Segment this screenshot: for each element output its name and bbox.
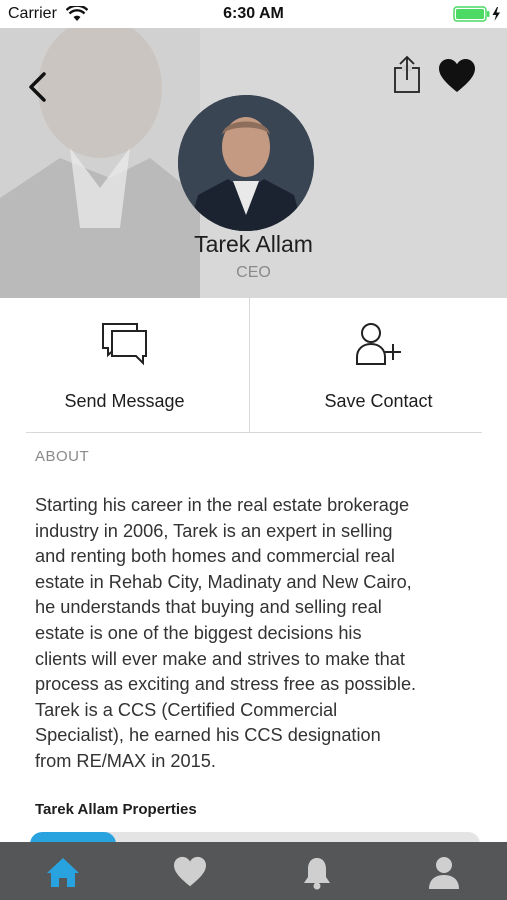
- about-line: Tarek is a CCS (Certified Commercial: [35, 699, 338, 720]
- about-line: from RE/MAX in 2015.: [35, 750, 216, 771]
- send-message-label: Send Message: [64, 391, 185, 411]
- about-line: Starting his career in the real estate b…: [35, 495, 410, 515]
- agent-title: CEO: [236, 264, 271, 281]
- contact-actions: Send Message Save Contact: [0, 298, 507, 432]
- home-icon: [47, 858, 79, 887]
- save-contact-button[interactable]: Save Contact: [250, 298, 507, 432]
- about-line: estate in Rehab City, Madinaty and New C…: [35, 571, 412, 592]
- clock: 6:30 AM: [223, 5, 284, 22]
- tab-bar: [0, 842, 507, 900]
- tab-notifications[interactable]: [254, 842, 380, 900]
- avatar-photo: [178, 95, 314, 231]
- save-contact-label: Save Contact: [324, 391, 433, 411]
- properties-heading: Tarek Allam Properties: [35, 801, 197, 818]
- message-icon: [101, 323, 147, 366]
- share-button[interactable]: [390, 55, 424, 95]
- about-line: clients will ever make and strives to ma…: [35, 648, 405, 669]
- agent-name: Tarek Allam: [194, 231, 313, 257]
- about-line: and renting both homes and commercial re…: [35, 546, 395, 567]
- about-line: estate is one of the biggest decisions h…: [35, 622, 362, 643]
- action-divider: [249, 298, 250, 432]
- tab-favorites[interactable]: [127, 842, 253, 900]
- about-line: industry in 2006, Tarek is an expert in …: [35, 520, 393, 541]
- profile-icon: [429, 857, 459, 889]
- about-heading: ABOUT: [35, 448, 90, 465]
- profile-header: Tarek Allam CEO: [0, 28, 507, 298]
- heart-icon: [174, 856, 206, 887]
- battery-icon: [453, 6, 500, 22]
- avatar: [178, 95, 314, 231]
- tab-profile[interactable]: [381, 842, 507, 900]
- about-text: Starting his career in the real estate b…: [35, 493, 480, 775]
- add-contact-icon: [355, 323, 401, 365]
- favorite-button[interactable]: [438, 58, 476, 94]
- section-divider: [26, 432, 482, 433]
- about-line: he understands that buying and selling r…: [35, 597, 382, 618]
- send-message-button[interactable]: Send Message: [0, 298, 249, 432]
- bell-icon: [304, 858, 330, 890]
- status-bar: Carrier 6:30 AM: [0, 0, 507, 28]
- about-line: Specialist), he earned his CCS designati…: [35, 725, 381, 746]
- tab-home[interactable]: [0, 842, 126, 900]
- back-button[interactable]: [24, 66, 54, 106]
- about-line: process as exciting and stress free as p…: [35, 674, 417, 695]
